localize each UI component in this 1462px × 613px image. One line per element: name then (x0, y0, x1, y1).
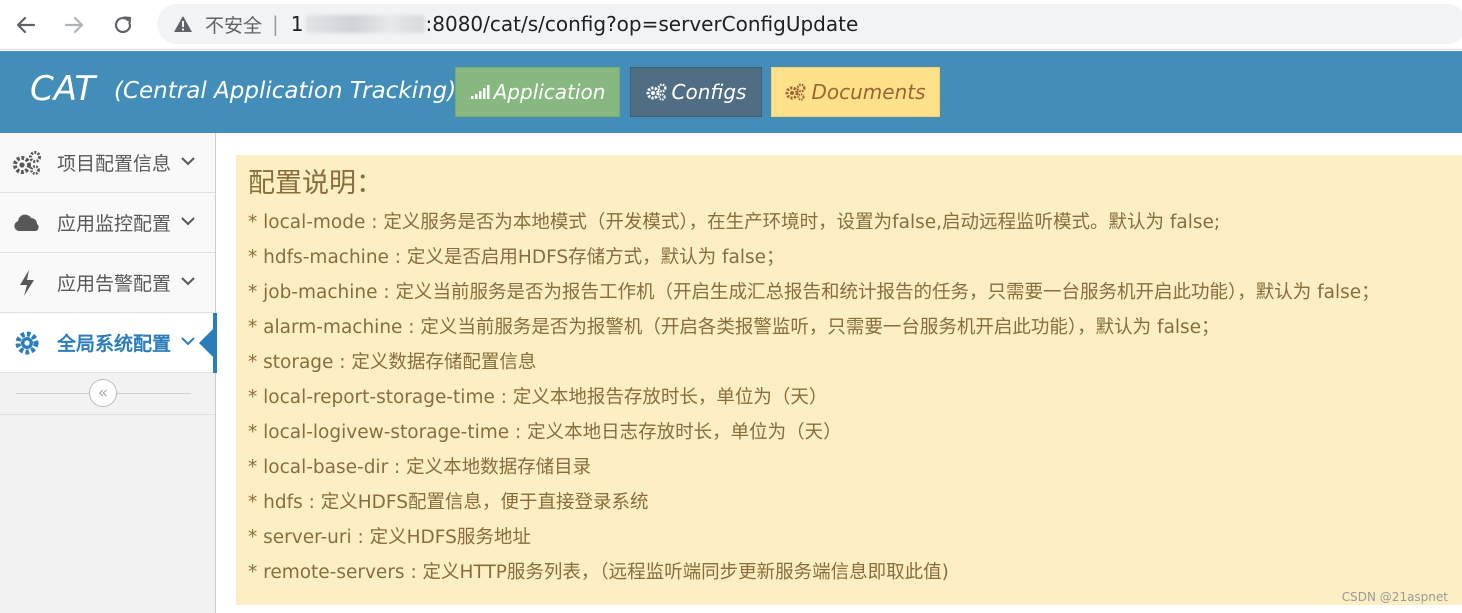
chevron-down-icon (180, 333, 196, 353)
signal-bars-icon (470, 84, 490, 100)
config-item-line: * hdfs : 定义HDFS配置信息，便于直接登录系统 (248, 492, 649, 513)
chevron-down-icon (180, 153, 196, 173)
sidebar-item-label: 应用告警配置 (57, 273, 172, 295)
back-button[interactable] (10, 9, 42, 41)
config-item-line: * server-uri : 定义HDFS服务地址 (248, 527, 531, 548)
config-item-line: * local-base-dir : 定义本地数据存储目录 (248, 457, 592, 478)
browser-toolbar: 不安全 | 1 :8080/cat/s/config?op=serverConf… (0, 0, 1462, 50)
url-separator: | (272, 12, 279, 36)
gears-icon (646, 83, 668, 101)
sidebar-item-label: 应用监控配置 (57, 213, 172, 235)
gear-icon (12, 328, 42, 358)
app-header: CAT (Central Application Tracking) Appli… (0, 51, 1462, 133)
sidebar-item-global-system-config[interactable]: 全局系统配置 (0, 313, 217, 373)
config-item-line: * storage : 定义数据存储配置信息 (248, 352, 537, 373)
sidebar-item-app-monitor-config[interactable]: 应用监控配置 (0, 193, 215, 253)
forward-arrow-icon (64, 16, 84, 34)
config-item-line: * remote-servers : 定义HTTP服务列表，（远程监听端同步更新… (248, 562, 949, 583)
double-chevron-left-icon: « (97, 382, 109, 403)
configs-button-label: Configs (671, 80, 747, 104)
brand-subtitle: (Central Application Tracking) (114, 78, 457, 104)
reload-button[interactable] (107, 9, 139, 41)
documents-button[interactable]: Documents (771, 67, 940, 117)
config-item-line: * local-logivew-storage-time : 定义本地日志存放时… (248, 422, 842, 443)
sidebar-item-app-alert-config[interactable]: 应用告警配置 (0, 253, 215, 313)
page-title: 配置说明： (248, 168, 383, 199)
bolt-icon (12, 268, 42, 298)
config-description-box: 配置说明： * local-mode : 定义服务是否为本地模式（开发模式），在… (236, 155, 1462, 605)
back-arrow-icon (16, 16, 36, 34)
sidebar: 项目配置信息 应用监控配置 应用告警配置 全局系统配置 « (0, 133, 217, 613)
sidebar-collapse-button[interactable]: « (89, 379, 117, 407)
warning-icon[interactable] (173, 15, 193, 33)
config-item-line: * alarm-machine : 定义当前服务是否为报警机（开启各类报警监听，… (248, 317, 1220, 338)
gears-icon (12, 148, 42, 178)
config-item-line: * local-mode : 定义服务是否为本地模式（开发模式），在生产环境时，… (248, 212, 1221, 233)
cloud-icon (12, 208, 42, 238)
url-path: :8080/cat/s/config?op=serverConfigUpdate (425, 12, 859, 36)
gears-icon (785, 83, 807, 101)
address-bar[interactable]: 不安全 | 1 :8080/cat/s/config?op=serverConf… (157, 4, 1462, 44)
sidebar-collapse-row: « (0, 373, 215, 415)
forward-button[interactable] (58, 9, 90, 41)
insecure-label[interactable]: 不安全 (205, 11, 262, 38)
config-item-line: * local-report-storage-time : 定义本地报告存放时长… (248, 387, 828, 408)
chevron-down-icon (180, 273, 196, 293)
chevron-down-icon (180, 213, 196, 233)
documents-button-label: Documents (811, 80, 926, 104)
application-button[interactable]: Application (455, 67, 620, 117)
configs-button[interactable]: Configs (630, 67, 762, 117)
sidebar-item-label: 项目配置信息 (57, 153, 172, 175)
reload-icon (114, 16, 132, 34)
sidebar-item-label: 全局系统配置 (57, 333, 172, 355)
blurred-host (304, 15, 425, 33)
active-indicator-arrow (199, 329, 213, 357)
url-prefix: 1 (290, 12, 304, 36)
brand-logo[interactable]: CAT (30, 69, 95, 109)
active-indicator-bar (213, 313, 217, 373)
config-item-line: * hdfs-machine : 定义是否启用HDFS存储方式，默认为 fals… (248, 247, 785, 268)
config-item-line: * job-machine : 定义当前服务是否为报告工作机（开启生成汇总报告和… (248, 282, 1380, 303)
application-button-label: Application (493, 80, 606, 104)
watermark: CSDN @21aspnet (1341, 590, 1448, 604)
sidebar-item-project-config[interactable]: 项目配置信息 (0, 133, 215, 193)
